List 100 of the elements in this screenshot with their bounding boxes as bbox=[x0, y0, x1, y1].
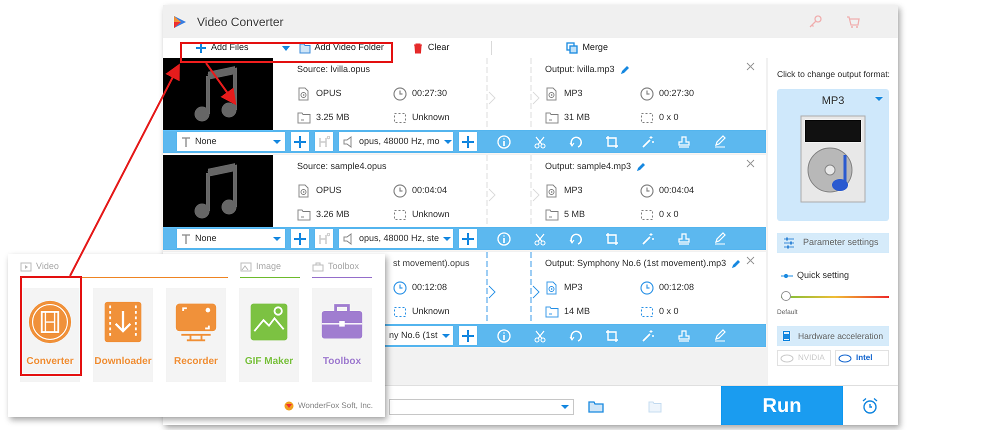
alarm-clock-icon[interactable] bbox=[861, 397, 879, 415]
image-icon bbox=[240, 262, 252, 272]
output-path-field[interactable] bbox=[389, 399, 574, 415]
close-icon[interactable] bbox=[746, 256, 755, 265]
quick-setting-label: Quick setting bbox=[797, 268, 850, 282]
caret-icon bbox=[442, 332, 450, 338]
resolution-icon bbox=[393, 208, 407, 222]
magic-wand-icon[interactable] bbox=[641, 134, 655, 148]
close-icon[interactable] bbox=[746, 62, 755, 71]
caret-icon[interactable] bbox=[280, 44, 291, 52]
output-filename: Output: sample4.mp3 bbox=[545, 160, 632, 174]
info-text: Unknown bbox=[412, 111, 450, 124]
info-text: 00:12:08 bbox=[659, 281, 694, 294]
rotate-icon[interactable] bbox=[569, 134, 583, 148]
info-icon[interactable] bbox=[497, 328, 511, 342]
pencil-icon[interactable] bbox=[731, 259, 742, 269]
scissors-icon[interactable] bbox=[533, 328, 547, 342]
merge-icon bbox=[566, 42, 578, 54]
caret-icon bbox=[444, 138, 452, 144]
magic-wand-icon[interactable] bbox=[641, 232, 655, 246]
close-icon[interactable] bbox=[746, 159, 755, 168]
watermark-icon[interactable] bbox=[318, 136, 330, 148]
text-icon bbox=[181, 136, 191, 148]
pencil-icon[interactable] bbox=[636, 162, 646, 172]
clock-icon bbox=[640, 87, 654, 101]
sliders-icon bbox=[783, 236, 795, 249]
output-format-hint: Click to change output format: bbox=[777, 68, 889, 81]
clock-icon bbox=[393, 184, 407, 198]
info-text: 5 MB bbox=[564, 208, 586, 222]
info-text: 00:04:04 bbox=[659, 184, 694, 198]
info-icon[interactable] bbox=[497, 232, 511, 246]
file-play-icon bbox=[545, 281, 559, 295]
plus-icon bbox=[294, 232, 306, 244]
subtitle-dropdown[interactable]: None bbox=[177, 132, 285, 151]
info-text: 00:27:30 bbox=[412, 87, 448, 100]
edit-icon[interactable] bbox=[713, 328, 727, 342]
audio-track-dropdown[interactable]: opus, 48000 Hz, mo bbox=[339, 132, 453, 151]
clock-icon bbox=[640, 184, 654, 198]
scissors-icon[interactable] bbox=[533, 232, 547, 246]
scissors-icon[interactable] bbox=[533, 134, 547, 148]
stamp-icon[interactable] bbox=[677, 232, 691, 246]
file-play-icon bbox=[545, 87, 559, 101]
add-button[interactable] bbox=[291, 229, 309, 248]
folder-button[interactable]: Add Video Folder bbox=[296, 41, 386, 55]
merge-button[interactable]: Merge bbox=[564, 41, 610, 55]
magic-wand-icon[interactable] bbox=[641, 328, 655, 342]
section-header: Video bbox=[20, 260, 228, 278]
subtitle-dropdown[interactable]: None bbox=[177, 229, 285, 248]
parameter-settings-button[interactable]: Parameter settings bbox=[777, 232, 889, 253]
stamp-icon[interactable] bbox=[677, 134, 691, 148]
plus-icon bbox=[195, 42, 207, 54]
add-button[interactable] bbox=[459, 229, 477, 248]
info-text: MP3 bbox=[564, 184, 583, 198]
slider-thumb[interactable] bbox=[781, 291, 791, 302]
source-filename: Source: sample4.opus bbox=[297, 160, 388, 174]
caret-icon bbox=[273, 236, 281, 242]
pencil-icon[interactable] bbox=[620, 65, 630, 75]
crop-icon[interactable] bbox=[605, 328, 619, 342]
folder-icon bbox=[545, 305, 559, 319]
quality-slider[interactable] bbox=[781, 291, 889, 304]
briefcase-icon bbox=[312, 262, 324, 272]
slider-icon bbox=[781, 272, 793, 278]
source-filename: st movement).opus bbox=[393, 257, 471, 270]
folder-icon bbox=[297, 208, 311, 222]
key-icon[interactable] bbox=[808, 14, 822, 28]
file-row[interactable]: Source: sample4.opus OPUS 3.26 MB 00:04:04 Unknown Output: sample4.mp3 MP3 5 MB 00:04:04 0 x 0 None opus, 48000 Hz, ste bbox=[163, 155, 766, 250]
resolution-icon bbox=[640, 208, 654, 222]
plus-icon bbox=[462, 330, 474, 342]
output-format-selector[interactable]: MP3 bbox=[777, 88, 889, 221]
clock-icon bbox=[640, 281, 654, 295]
rotate-icon[interactable] bbox=[569, 328, 583, 342]
info-text: 00:04:04 bbox=[412, 184, 448, 198]
checkbox[interactable] bbox=[783, 331, 790, 341]
rotate-icon[interactable] bbox=[569, 232, 583, 246]
section-header: Image bbox=[240, 260, 300, 278]
encoder-button[interactable]: Intel bbox=[835, 350, 889, 366]
video-icon bbox=[20, 262, 32, 272]
add-button[interactable] bbox=[459, 132, 477, 151]
crop-icon[interactable] bbox=[605, 232, 619, 246]
info-text: Unknown bbox=[412, 208, 450, 222]
audio-track-dropdown[interactable]: ny No.6 (1st bbox=[385, 326, 453, 345]
film-reel-icon bbox=[28, 300, 72, 344]
edit-icon[interactable] bbox=[713, 232, 727, 246]
cart-icon[interactable] bbox=[846, 14, 860, 28]
file-row[interactable]: Source: lvilla.opus OPUS 3.25 MB 00:27:30 Unknown Output: lvilla.mp3 MP3 31 MB 00:27:30 0 x 0 None opus, 48000 Hz, mo bbox=[163, 58, 766, 153]
caret-icon[interactable] bbox=[561, 404, 569, 410]
info-icon[interactable] bbox=[497, 134, 511, 148]
add-button[interactable] bbox=[291, 132, 309, 151]
folder-icon[interactable] bbox=[588, 400, 604, 413]
info-text: 3.26 MB bbox=[316, 208, 350, 222]
info-text: 00:27:30 bbox=[659, 87, 694, 100]
edit-icon[interactable] bbox=[713, 134, 727, 148]
stamp-icon[interactable] bbox=[677, 328, 691, 342]
crop-icon[interactable] bbox=[605, 134, 619, 148]
trash-icon bbox=[412, 42, 424, 54]
watermark-icon[interactable] bbox=[318, 232, 330, 244]
add-button[interactable] bbox=[459, 326, 477, 345]
add-button[interactable]: Add Files bbox=[193, 41, 251, 55]
clear-button[interactable]: Clear bbox=[410, 41, 452, 55]
audio-track-dropdown[interactable]: opus, 48000 Hz, ste bbox=[339, 229, 453, 248]
